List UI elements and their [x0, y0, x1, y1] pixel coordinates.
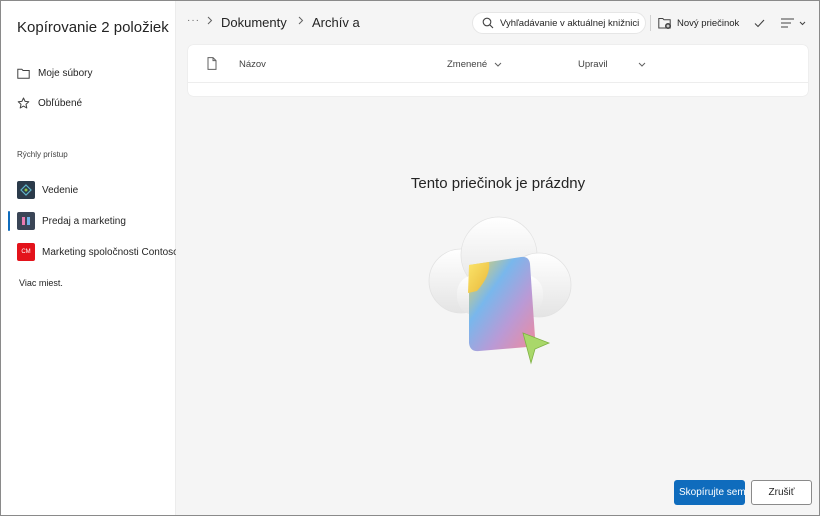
main-pane: ··· Dokumenty Archív a Nový priečinok	[176, 1, 819, 515]
site-logo-icon	[17, 181, 35, 199]
file-list-header: Názov Zmenené Upravil	[188, 45, 808, 83]
empty-folder-illustration	[428, 216, 572, 365]
star-icon	[16, 96, 30, 110]
sidebar-item-predaj-marketing[interactable]: Predaj a marketing	[1, 208, 201, 234]
column-header-modified[interactable]: Zmenené	[447, 59, 502, 70]
file-type-icon[interactable]	[207, 57, 217, 70]
new-folder-icon	[658, 17, 671, 29]
sidebar-item-label: Obľúbené	[38, 97, 83, 109]
cancel-button[interactable]: Zrušiť	[751, 480, 812, 505]
more-places-link[interactable]: Viac miest.	[19, 278, 63, 288]
quick-access-heading: Rýchly prístup	[17, 150, 68, 159]
sidebar-item-contoso-marketing[interactable]: CM Marketing spoločnosti Contoso	[1, 239, 201, 265]
column-header-name[interactable]: Názov	[239, 59, 266, 70]
list-view-icon	[781, 18, 794, 28]
search-input[interactable]	[500, 17, 645, 29]
new-folder-label: Nový priečinok	[677, 17, 740, 29]
chevron-down-icon	[799, 21, 806, 25]
dialog-title: Kopírovanie 2 položiek	[17, 19, 169, 36]
sidebar-item-label: Moje súbory	[38, 67, 93, 79]
copy-dialog: Kopírovanie 2 položiek Moje súbory Obľúb…	[0, 0, 820, 516]
checkmark-icon	[754, 19, 764, 27]
new-folder-button[interactable]: Nový priečinok	[658, 13, 739, 33]
site-logo-icon	[17, 212, 35, 230]
sidebar: Kopírovanie 2 položiek Moje súbory Obľúb…	[1, 1, 179, 515]
chevron-right-icon	[298, 16, 304, 27]
breadcrumb-archiv[interactable]: Archív a	[312, 15, 360, 30]
chevron-right-icon	[207, 16, 213, 27]
file-list: Názov Zmenené Upravil	[188, 45, 808, 96]
chevron-down-icon	[494, 62, 502, 67]
site-logo-icon: CM	[17, 243, 35, 261]
sidebar-item-favorites[interactable]: Obľúbené	[1, 89, 176, 117]
sidebar-item-vedenie[interactable]: Vedenie	[1, 177, 201, 203]
view-options-button[interactable]	[781, 14, 811, 32]
folder-icon	[16, 66, 30, 80]
sidebar-item-label: Predaj a marketing	[42, 215, 126, 227]
search-box[interactable]	[472, 12, 646, 34]
search-icon	[482, 17, 494, 29]
breadcrumb-overflow-button[interactable]: ···	[187, 15, 200, 26]
chevron-down-icon	[638, 62, 645, 67]
column-header-modified-by[interactable]: Upravil	[578, 59, 646, 70]
select-button[interactable]	[750, 14, 768, 32]
breadcrumb-dokumenty[interactable]: Dokumenty	[221, 15, 287, 30]
sidebar-item-label: Vedenie	[42, 184, 79, 196]
toolbar-divider	[650, 15, 651, 31]
empty-folder-message: Tento priečinok je prázdny	[410, 175, 586, 192]
copy-here-button[interactable]: Skopírujte sem	[674, 480, 745, 505]
topbar: ··· Dokumenty Archív a Nový priečinok	[176, 1, 819, 43]
sidebar-item-my-files[interactable]: Moje súbory	[1, 59, 176, 87]
sidebar-item-label: Marketing spoločnosti Contoso	[42, 246, 179, 258]
